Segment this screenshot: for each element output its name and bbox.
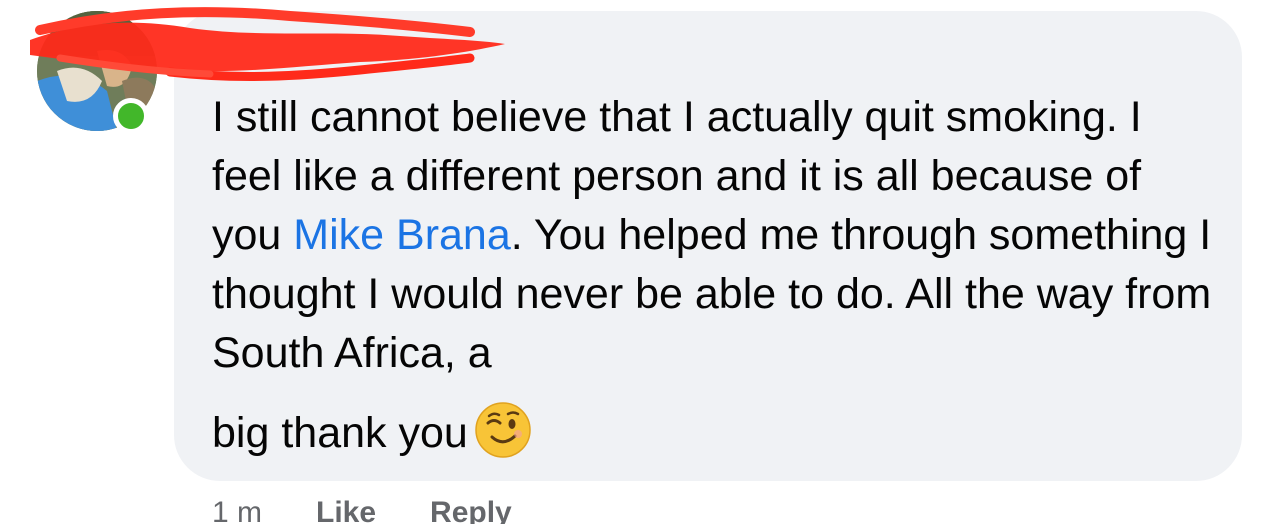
comment-actions: 1 m Like Reply [212,496,512,524]
comment-text-thanks: big thank you [212,409,468,457]
comment-text: I still cannot believe that I actually q… [212,88,1222,463]
comment-timestamp[interactable]: 1 m [212,496,262,524]
comment-text-last-line: big thank you [212,401,1222,463]
reply-button[interactable]: Reply [430,496,512,524]
comment-container: I still cannot believe that I actually q… [0,0,1284,524]
like-button[interactable]: Like [316,496,376,524]
winking-face-icon [475,402,531,458]
mention-link[interactable]: Mike Brana [293,211,510,259]
